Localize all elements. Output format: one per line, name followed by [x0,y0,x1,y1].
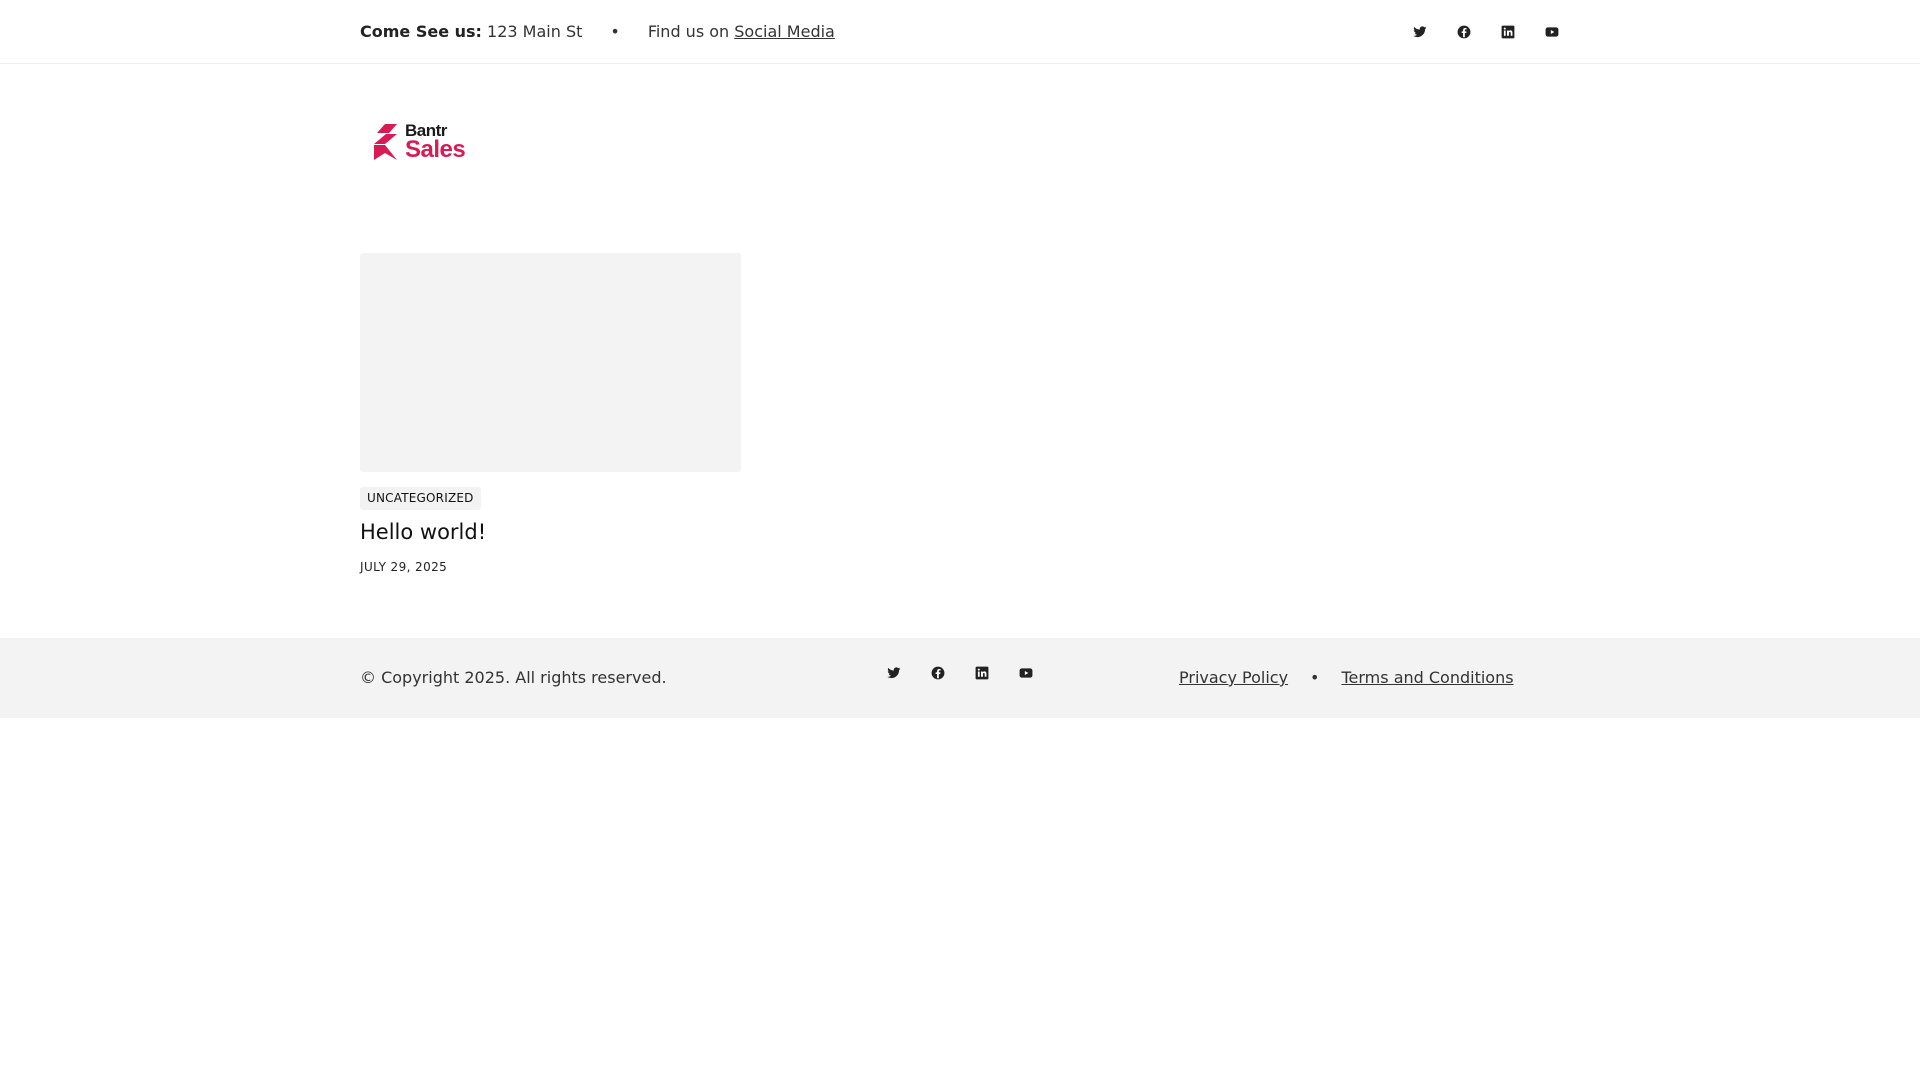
copyright-text: © Copyright 2025. All rights reserved. [360,668,667,687]
logo-mark-icon [374,124,397,160]
footer-links: Privacy Policy • Terms and Conditions [1179,668,1514,687]
site-logo[interactable]: Bantr Sales [372,121,468,163]
linkedin-icon[interactable] [975,666,989,680]
post-date: JULY 29, 2025 [360,560,448,574]
logo-text: Bantr Sales [405,122,466,163]
facebook-icon[interactable] [931,666,945,680]
facebook-icon[interactable] [1457,25,1471,39]
post-thumbnail[interactable] [360,253,741,472]
linkedin-icon[interactable] [1501,25,1515,39]
separator-dot: • [610,22,620,41]
footer: © Copyright 2025. All rights reserved. P… [0,638,1920,718]
youtube-icon[interactable] [1545,25,1559,39]
footer-social-icons [887,666,1033,680]
privacy-policy-link[interactable]: Privacy Policy [1179,668,1288,687]
social-media-link[interactable]: Social Media [734,22,835,41]
logo-line-2: Sales [405,136,466,163]
social-prefix: Find us on [647,22,730,41]
address-value: 123 Main St [487,22,583,41]
category-badge[interactable]: UNCATEGORIZED [360,487,481,510]
address-label: Come See us: [360,22,482,41]
top-bar-info: Come See us: 123 Main St • Find us on So… [360,0,1560,63]
twitter-icon[interactable] [1413,25,1427,39]
top-social-icons [1413,25,1559,39]
terms-link[interactable]: Terms and Conditions [1341,668,1513,687]
top-bar: Come See us: 123 Main St • Find us on So… [0,0,1920,64]
post-title[interactable]: Hello world! [360,520,486,544]
separator-dot: • [1310,668,1320,687]
twitter-icon[interactable] [887,666,901,680]
youtube-icon[interactable] [1019,666,1033,680]
